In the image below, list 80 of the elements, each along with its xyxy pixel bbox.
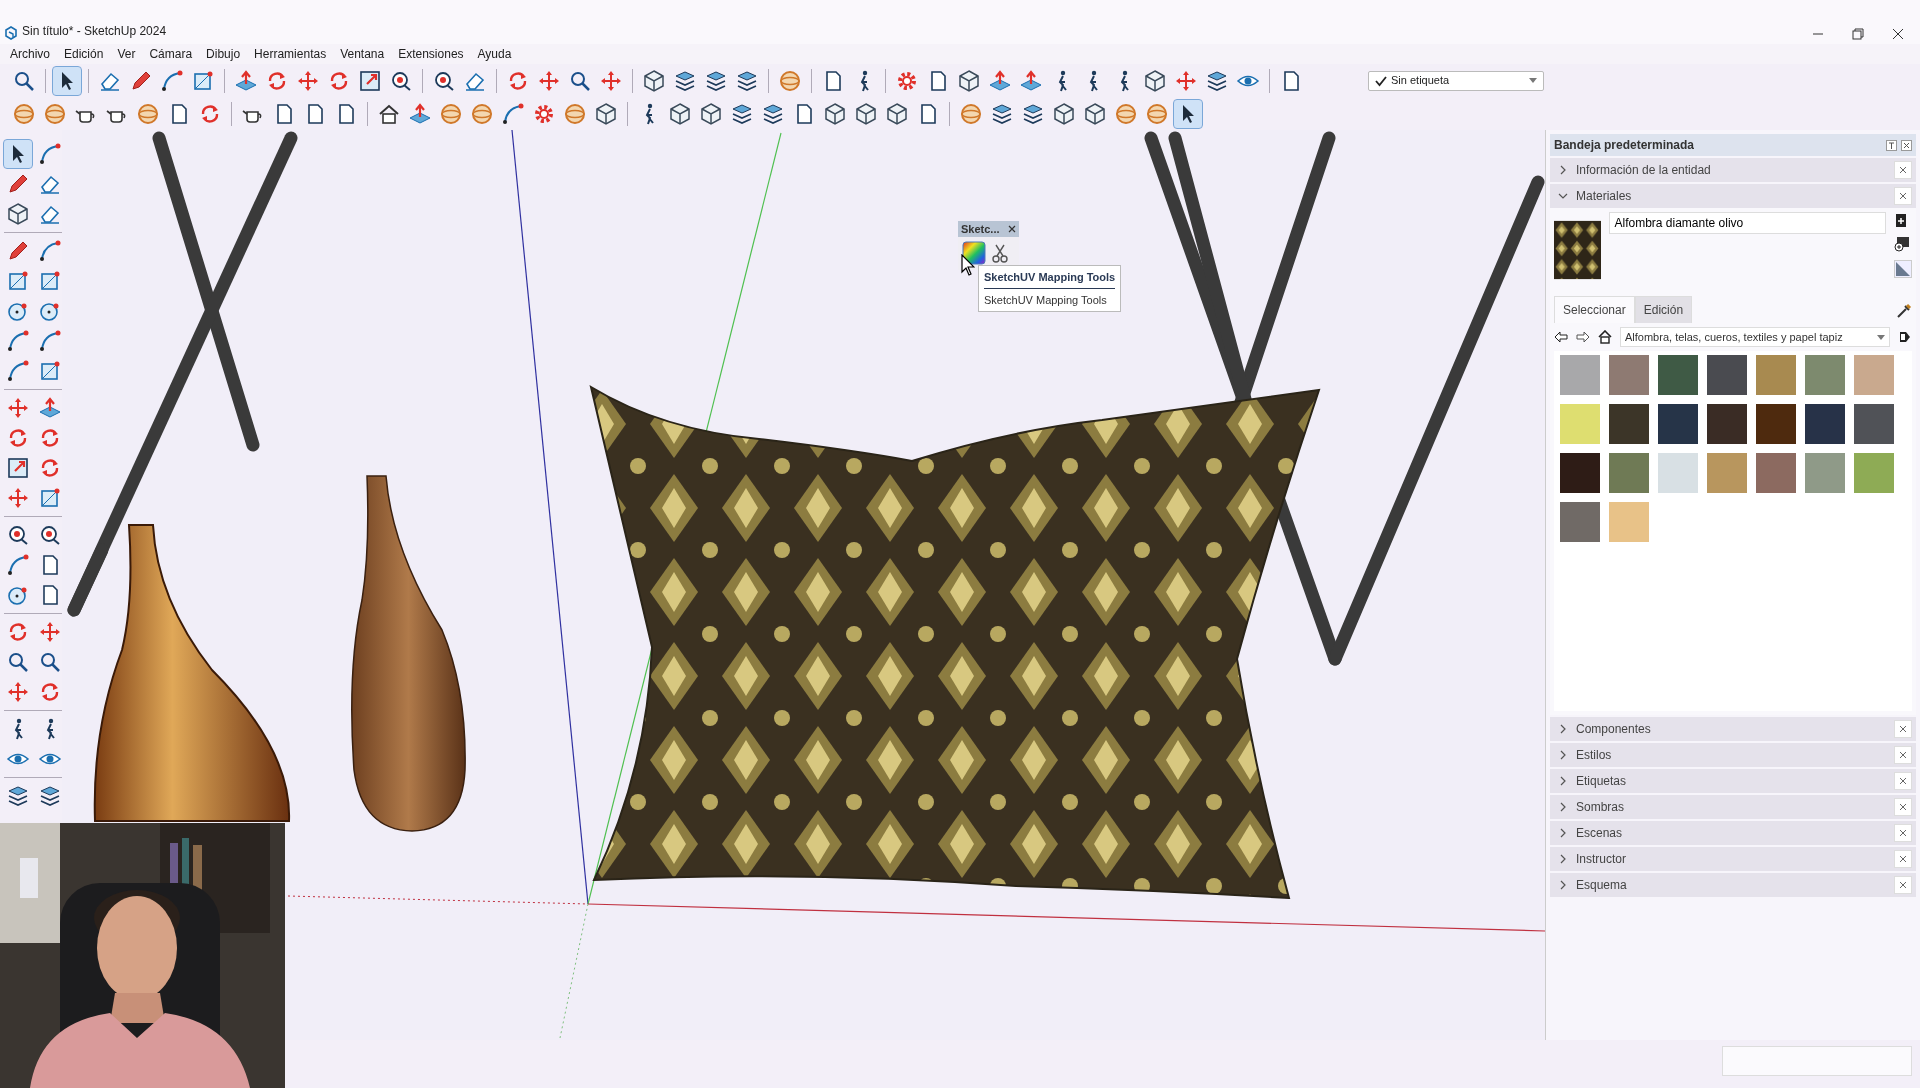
back-arrow-icon[interactable]: [1554, 331, 1568, 343]
panel-title[interactable]: Estilos: [1576, 746, 1612, 764]
eyedropper-icon[interactable]: [1896, 303, 1912, 319]
material-swatch[interactable]: [1560, 404, 1600, 444]
forward-arrow-icon[interactable]: [1576, 331, 1590, 343]
material-swatch[interactable]: [1609, 453, 1649, 493]
panel-title[interactable]: Etiquetas: [1576, 772, 1627, 790]
menu-item[interactable]: Archivo: [10, 45, 50, 63]
name-field[interactable]: Alfombra diamante olivo: [1609, 212, 1886, 234]
library-dropdown[interactable]: Alfombra, telas, cueros, textiles y papel tapiz: [1620, 327, 1890, 347]
toolbar-title: Sketc...: [961, 221, 1000, 237]
tab[interactable]: Seleccionar: [1554, 296, 1635, 323]
material-swatch[interactable]: [1609, 404, 1649, 444]
material-swatch[interactable]: [1560, 502, 1600, 542]
measurements-field[interactable]: [1722, 1046, 1912, 1076]
caret-icon: [1877, 334, 1885, 340]
material-swatch[interactable]: [1609, 355, 1649, 395]
menu-item[interactable]: Extensiones: [398, 45, 464, 63]
chevron-down-icon[interactable]: [1558, 191, 1568, 201]
panel-title[interactable]: Esquema: [1576, 876, 1627, 894]
panel-title[interactable]: Escenas: [1576, 824, 1623, 842]
material-swatch[interactable]: [1854, 404, 1894, 444]
pin-icon[interactable]: [1886, 139, 1897, 151]
menu-item[interactable]: Ventana: [340, 45, 385, 63]
triangle-icon[interactable]: [1894, 260, 1912, 278]
menu-item[interactable]: Edición: [64, 45, 104, 63]
tag-dropdown[interactable]: Sin etiqueta: [1368, 70, 1544, 91]
chevron-right-icon[interactable]: [1558, 776, 1568, 786]
material-swatch[interactable]: [1805, 404, 1845, 444]
material-swatch[interactable]: [1658, 404, 1698, 444]
material-swatch[interactable]: [1756, 453, 1796, 493]
chevron-right-icon[interactable]: [1558, 724, 1568, 734]
menu-item[interactable]: Ver: [117, 45, 136, 63]
close-icon[interactable]: [1901, 139, 1912, 151]
material-swatch[interactable]: [1707, 404, 1747, 444]
close-icon[interactable]: [1008, 225, 1016, 233]
menu-item[interactable]: Cámara: [149, 45, 193, 63]
chevron-right-icon[interactable]: [1558, 165, 1568, 175]
panel-title[interactable]: Sombras: [1576, 798, 1625, 816]
material-swatch[interactable]: [1805, 453, 1845, 493]
tab[interactable]: Edición: [1634, 296, 1693, 323]
cursor-icon[interactable]: [53, 66, 81, 95]
app-logo-icon: [4, 26, 18, 40]
mouse-pointer-icon: [961, 254, 975, 276]
material-swatch[interactable]: [1707, 453, 1747, 493]
material-swatch[interactable]: [1756, 355, 1796, 395]
material-swatch[interactable]: [1560, 453, 1600, 493]
caret-icon: [1529, 78, 1537, 83]
close-icon[interactable]: [1892, 28, 1904, 40]
panel-title[interactable]: Componentes: [1576, 720, 1651, 738]
material-swatch[interactable]: [1756, 404, 1796, 444]
chevron-right-icon[interactable]: [1558, 828, 1568, 838]
cursor-icon[interactable]: [1174, 99, 1202, 128]
tooltip-title: SketchUV Mapping Tools: [984, 269, 1116, 289]
material-swatch[interactable]: [1609, 502, 1649, 542]
panel-title[interactable]: Instructor: [1576, 850, 1626, 868]
menu-item[interactable]: Ayuda: [477, 45, 512, 63]
details-arrow-icon[interactable]: [1898, 330, 1912, 344]
material-swatch[interactable]: [1854, 355, 1894, 395]
window-title: Sin título* - SketchUp 2024: [22, 23, 167, 40]
add-material-icon[interactable]: [1894, 236, 1910, 252]
tray-title: Bandeja predeterminada: [1554, 137, 1695, 154]
restore-icon[interactable]: [1852, 28, 1864, 40]
cursor-icon[interactable]: [4, 140, 32, 168]
chevron-right-icon[interactable]: [1558, 750, 1568, 760]
chevron-right-icon[interactable]: [1558, 880, 1568, 890]
rainbow-square-icon[interactable]: [962, 241, 986, 265]
menu-item[interactable]: Dibujo: [206, 45, 241, 63]
material-swatch[interactable]: [1854, 453, 1894, 493]
chevron-right-icon[interactable]: [1558, 854, 1568, 864]
home-icon[interactable]: [1598, 330, 1612, 344]
material-swatch[interactable]: [1560, 355, 1600, 395]
material-swatch[interactable]: [1658, 355, 1698, 395]
material-swatch[interactable]: [1658, 453, 1698, 493]
chevron-right-icon[interactable]: [1558, 802, 1568, 812]
material-swatch[interactable]: [1707, 355, 1747, 395]
tooltip-text: SketchUV Mapping Tools: [984, 292, 1108, 308]
menu-item[interactable]: Herramientas: [254, 45, 327, 63]
panel-title[interactable]: Materiales: [1576, 187, 1632, 205]
material-swatch[interactable]: [1805, 355, 1845, 395]
